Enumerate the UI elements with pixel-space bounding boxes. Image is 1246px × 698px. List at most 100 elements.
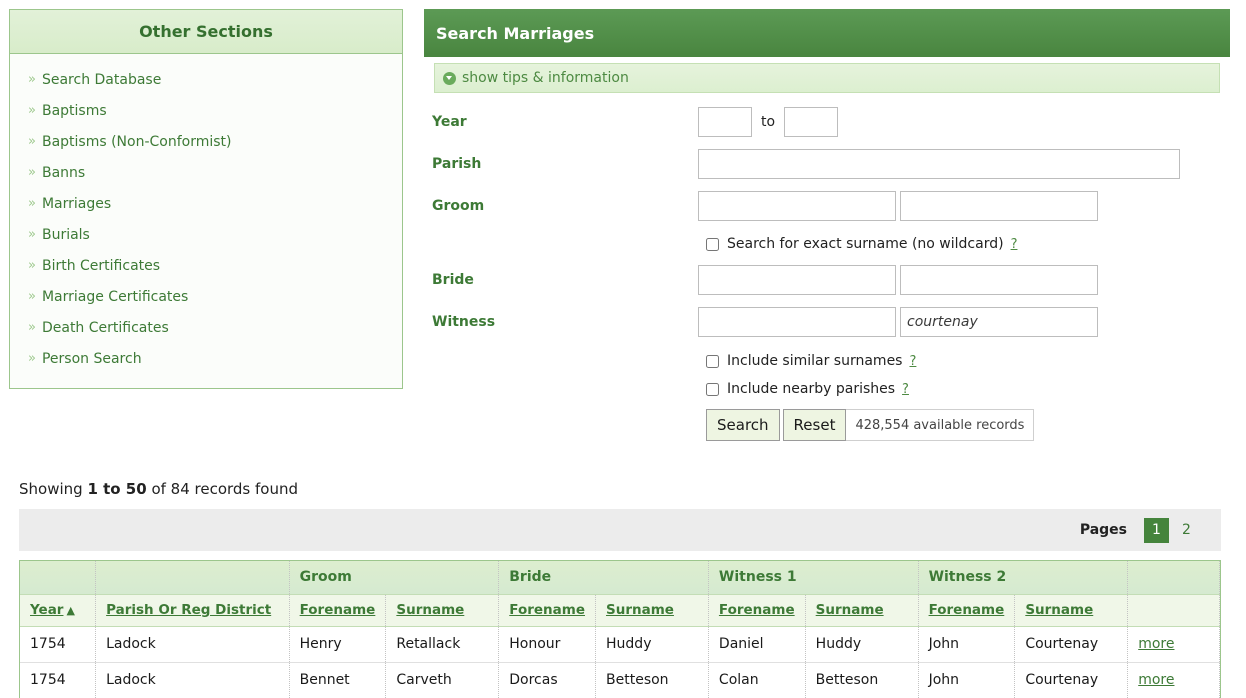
chevron-right-icon: » [28,134,36,149]
sidebar-item-marriage-certificates[interactable]: » Marriage Certificates [10,281,402,312]
column-header-parish[interactable]: Parish Or Reg District [95,594,290,627]
column-header-groom-surname[interactable]: Surname [385,594,500,627]
other-sections-panel: Other Sections » Search Database » Bapti… [9,9,403,389]
similar-surnames-checkbox[interactable] [706,354,719,368]
other-sections-list: » Search Database » Baptisms » Baptisms … [10,54,402,388]
sidebar-item-baptisms[interactable]: » Baptisms [10,95,402,126]
search-marriages-panel: Search Marriages show tips & information… [424,9,1230,441]
similar-surnames-help-icon[interactable]: ? [909,354,916,369]
sidebar-item-baptisms-non-conformist[interactable]: » Baptisms (Non-Conformist) [10,126,402,157]
sidebar-item-search-database[interactable]: » Search Database [10,64,402,95]
form-actions: Search Reset 428,554 available records [424,409,1230,441]
available-records-label: 428,554 available records [846,409,1035,441]
sidebar-item-label: Search Database [41,71,162,88]
showing-range: 1 to 50 [87,480,147,498]
column-header-bride-forename[interactable]: Forename [498,594,597,627]
expand-circle-icon [443,71,456,85]
parish-input[interactable] [698,149,1180,179]
pages-label: Pages [1079,522,1127,538]
groom-surname-input[interactable] [900,191,1098,221]
nearby-parishes-checkbox[interactable] [706,382,719,396]
sidebar-item-death-certificates[interactable]: » Death Certificates [10,312,402,343]
cell-witness1-surname: Betteson [805,662,919,698]
cell-year: 1754 [20,626,97,663]
chevron-right-icon: » [28,351,36,366]
exact-surname-checkbox[interactable] [706,237,719,251]
similar-surnames-row: Include similar surnames ? [424,347,1230,375]
year-row: Year to [424,105,1230,139]
chevron-right-icon: » [28,258,36,273]
witness-label: Witness [432,314,496,330]
group-header-blank-2 [95,561,290,595]
cell-witness2-surname: Courtenay [1014,626,1129,663]
sidebar-item-marriages[interactable]: » Marriages [10,188,402,219]
sort-ascending-icon: ▲ [66,604,75,617]
reset-button[interactable]: Reset [782,409,847,441]
chevron-right-icon: » [28,196,36,211]
show-tips-label: show tips & information [462,70,629,86]
sidebar-item-person-search[interactable]: » Person Search [10,343,402,374]
sidebar-item-burials[interactable]: » Burials [10,219,402,250]
column-header-label: Forename [928,602,1005,618]
chevron-right-icon: » [28,72,36,87]
chevron-right-icon: » [28,227,36,242]
parish-label: Parish [432,156,482,172]
similar-surnames-label: Include similar surnames [727,353,903,369]
groom-forename-input[interactable] [698,191,896,221]
table-row: 1754 Ladock Bennet Carveth Dorcas Bettes… [20,662,1220,698]
sidebar-item-birth-certificates[interactable]: » Birth Certificates [10,250,402,281]
cell-groom-forename: Henry [289,626,387,663]
exact-surname-help-icon[interactable]: ? [1011,237,1018,252]
column-header-witness2-surname[interactable]: Surname [1014,594,1129,627]
column-header-label: Surname [606,602,674,618]
column-header-witness2-forename[interactable]: Forename [918,594,1016,627]
witness-surname-input[interactable] [900,307,1098,337]
year-label: Year [432,114,467,130]
show-tips-toggle[interactable]: show tips & information [434,63,1220,93]
nearby-parishes-help-icon[interactable]: ? [902,382,909,397]
showing-suffix: of 84 records found [146,480,299,498]
column-header-year[interactable]: Year ▲ [20,594,97,627]
cell-witness1-forename: Daniel [708,626,806,663]
cell-parish: Ladock [95,662,290,698]
more-link[interactable]: more [1138,636,1174,652]
chevron-right-icon: » [28,165,36,180]
more-link[interactable]: more [1138,672,1174,688]
page-button-2[interactable]: 2 [1174,518,1199,543]
sidebar-item-banns[interactable]: » Banns [10,157,402,188]
sidebar-item-label: Marriage Certificates [41,288,189,305]
search-form: Year to Parish Groom Search for exact su… [424,93,1230,441]
year-from-input[interactable] [698,107,752,137]
group-header-bride: Bride [498,561,709,595]
search-button[interactable]: Search [706,409,780,441]
sidebar-item-label: Death Certificates [41,319,169,336]
column-header-bride-surname[interactable]: Surname [595,594,709,627]
group-header-witness-1: Witness 1 [708,561,919,595]
column-header-label: Surname [815,602,884,618]
parish-row: Parish [424,147,1230,181]
group-header-groom: Groom [289,561,500,595]
year-to-input[interactable] [784,107,839,137]
showing-prefix: Showing [19,480,88,498]
cell-witness1-surname: Huddy [805,626,919,663]
column-header-label: Surname [1025,602,1094,618]
chevron-right-icon: » [28,103,36,118]
cell-witness1-forename: Colan [708,662,806,698]
witness-forename-input[interactable] [698,307,896,337]
page-button-1[interactable]: 1 [1144,517,1169,543]
column-header-witness1-surname[interactable]: Surname [805,594,919,627]
sidebar-item-label: Birth Certificates [41,257,161,274]
cell-bride-surname: Betteson [595,662,709,698]
cell-witness2-surname: Courtenay [1014,662,1129,698]
column-header-groom-forename[interactable]: Forename [289,594,387,627]
cell-groom-forename: Bennet [289,662,387,698]
table-row: 1754 Ladock Henry Retallack Honour Huddy… [20,626,1220,663]
cell-parish: Ladock [95,626,290,663]
cell-bride-forename: Honour [498,626,597,663]
cell-bride-surname: Huddy [595,626,709,663]
column-header-witness1-forename[interactable]: Forename [708,594,806,627]
bride-forename-input[interactable] [698,265,896,295]
showing-summary: Showing 1 to 50 of 84 records found [19,480,298,498]
bride-surname-input[interactable] [900,265,1098,295]
year-to-separator: to [761,114,776,130]
